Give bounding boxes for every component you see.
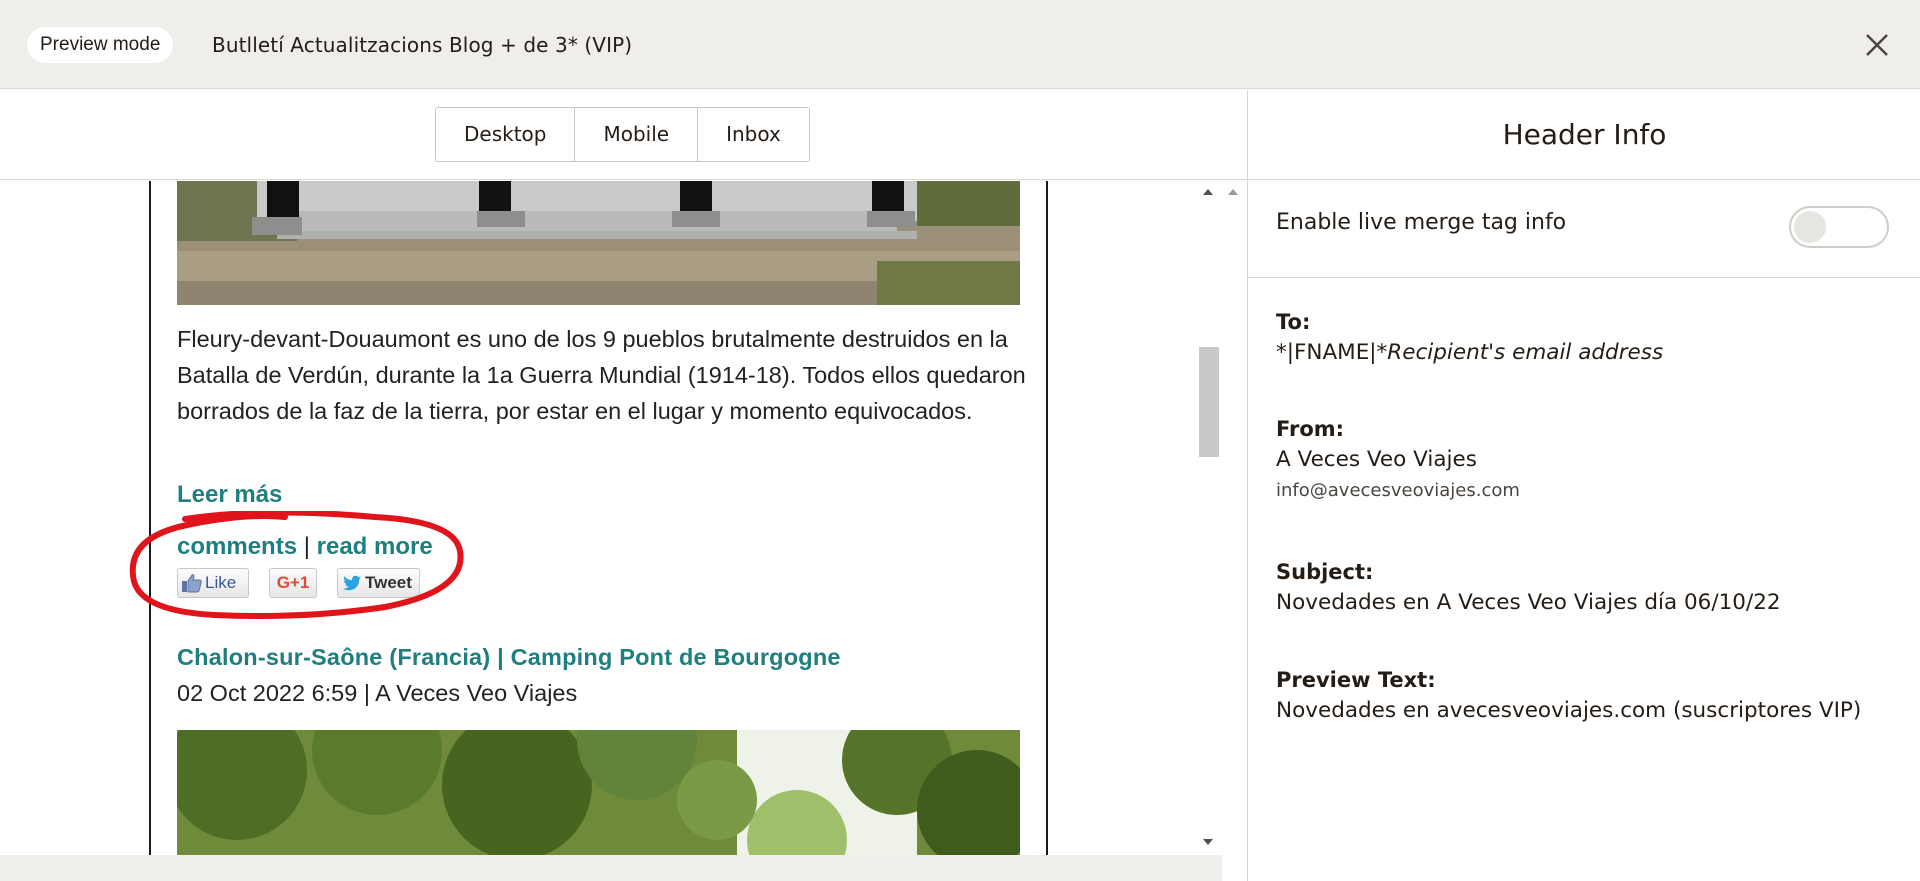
from-email: info@avecesveoviajes.com: [1276, 480, 1520, 501]
comments-link[interactable]: comments: [177, 533, 297, 560]
tab-mobile[interactable]: Mobile: [575, 108, 699, 161]
facebook-like-button[interactable]: Like: [177, 568, 249, 598]
tab-inbox[interactable]: Inbox: [698, 108, 809, 161]
tweet-label: Tweet: [365, 573, 412, 592]
links-separator: |: [303, 533, 310, 560]
preview-toolbar: Desktop Mobile Inbox: [0, 90, 1247, 180]
close-button[interactable]: [1862, 30, 1892, 60]
email-preview-viewport[interactable]: Fleury-devant-Douaumont es uno de los 9 …: [0, 181, 1220, 855]
top-bar: Preview mode Butlletí Actualitzacions Bl…: [0, 0, 1920, 89]
post-image-trees: [177, 730, 1020, 855]
twitter-bird-icon: [343, 575, 361, 591]
gplus-label: G+1: [276, 573, 310, 592]
header-info-title: Header Info: [1248, 90, 1920, 180]
post-excerpt: Fleury-devant-Douaumont es uno de los 9 …: [177, 326, 1026, 424]
preview-text-value: Novedades en avecesveoviajes.com (suscri…: [1276, 698, 1862, 723]
preview-mode-badge: Preview mode: [27, 27, 174, 63]
google-plus-button[interactable]: G+1: [269, 568, 317, 598]
from-name: A Veces Veo Viajes: [1276, 447, 1477, 472]
to-field: To: *|FNAME|*Recipient's email address: [1276, 310, 1663, 365]
merge-tag-toggle[interactable]: [1789, 206, 1889, 248]
from-field: From: A Veces Veo Viajes info@avecesveov…: [1276, 417, 1520, 501]
scroll-down-arrow-icon[interactable]: [1200, 836, 1216, 848]
leer-mas-link[interactable]: Leer más: [177, 481, 282, 509]
close-icon: [1866, 34, 1888, 56]
view-switcher: Desktop Mobile Inbox: [435, 107, 810, 162]
from-label: From:: [1276, 417, 1345, 441]
to-merge-tag: *|FNAME|*: [1276, 340, 1388, 365]
merge-toggle-label: Enable live merge tag info: [1276, 210, 1567, 235]
to-recipient-placeholder: Recipient's email address: [1387, 340, 1664, 365]
subject-value: Novedades en A Veces Veo Viajes día 06/1…: [1276, 590, 1781, 615]
thumbs-up-icon: [182, 574, 202, 593]
read-more-link[interactable]: read more: [317, 533, 433, 560]
header-info-panel: Header Info Enable live merge tag info T…: [1247, 90, 1920, 881]
toggle-knob: [1794, 211, 1826, 243]
to-label: To:: [1276, 310, 1311, 334]
scroll-up-arrow-icon[interactable]: [1200, 186, 1216, 198]
post2-title-link[interactable]: Chalon-sur-Saône (Francia) | Camping Pon…: [177, 644, 841, 671]
to-value: *|FNAME|*Recipient's email address: [1276, 340, 1663, 365]
scrollbar-thumb[interactable]: [1199, 347, 1219, 457]
subject-field: Subject: Novedades en A Veces Veo Viajes…: [1276, 560, 1781, 615]
merge-tag-row: Enable live merge tag info: [1248, 180, 1920, 278]
post-image-memorial: [177, 181, 1020, 305]
tweet-button[interactable]: Tweet: [337, 568, 420, 598]
campaign-title: Butlletí Actualitzacions Blog + de 3* (V…: [212, 33, 633, 57]
preview-text-label: Preview Text:: [1276, 668, 1436, 692]
preview-scrollbar[interactable]: [1196, 181, 1220, 855]
subject-label: Subject:: [1276, 560, 1374, 584]
tab-desktop[interactable]: Desktop: [436, 108, 576, 161]
scroll-up-arrow-icon-secondary[interactable]: [1225, 186, 1241, 198]
preview-text-field: Preview Text: Novedades en avecesveoviaj…: [1276, 668, 1861, 723]
post2-meta: 02 Oct 2022 6:59 | A Veces Veo Viajes: [177, 680, 578, 706]
post-links-row: comments | read more: [177, 533, 433, 561]
preview-bottom-strip: [0, 855, 1222, 881]
like-label: Like: [205, 573, 237, 592]
